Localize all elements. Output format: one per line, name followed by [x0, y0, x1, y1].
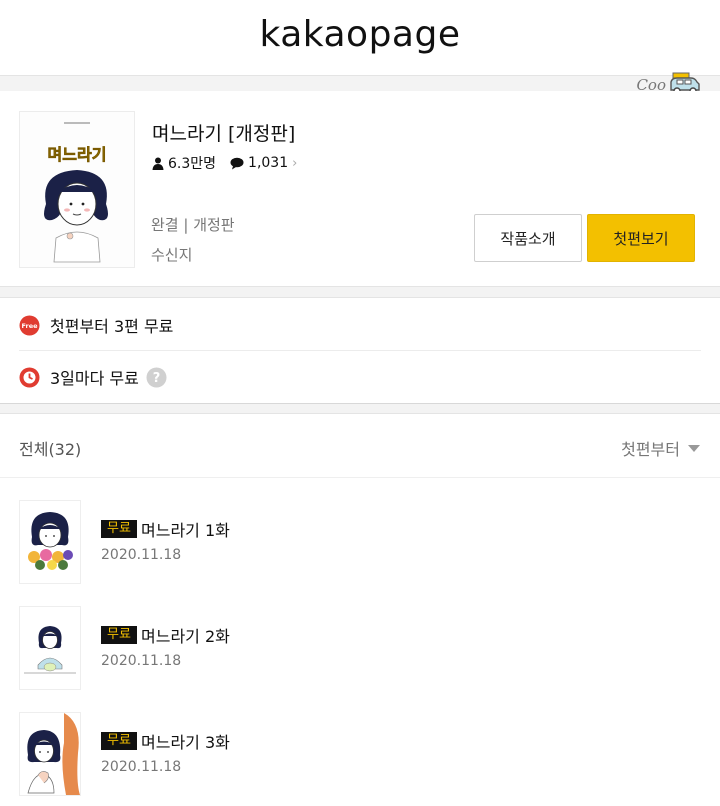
episode-date: 2020.11.18	[101, 653, 182, 669]
free-first-text: 첫편부터 3편 무료	[50, 317, 174, 336]
sort-label: 첫편부터	[621, 440, 680, 459]
dropdown-arrow-icon	[688, 444, 700, 452]
episode-thumbnail	[19, 712, 81, 796]
episode-title: 며느라기 2화	[141, 627, 230, 646]
free-badge: 무료	[101, 626, 137, 644]
help-icon[interactable]: ?	[146, 367, 167, 388]
free-badge: 무료	[101, 520, 137, 538]
free-badge-icon: Free	[19, 315, 40, 336]
episode-total: 전체(32)	[19, 440, 82, 459]
separator-strip	[0, 77, 720, 91]
promo-divider	[19, 350, 701, 351]
sort-dropdown[interactable]: 첫편부터	[621, 436, 700, 460]
top-bar: kakaopage	[0, 0, 720, 76]
work-stats: 6.3만명 1,031 ›	[152, 153, 311, 173]
episode-thumbnail	[19, 500, 81, 584]
work-intro-button[interactable]: 작품소개	[474, 214, 582, 262]
episode-date: 2020.11.18	[101, 759, 182, 775]
episode-title: 며느라기 3화	[141, 733, 230, 752]
clock-icon	[19, 367, 40, 388]
cover-image[interactable]: 며느라기	[19, 111, 135, 268]
episode-list-header: 전체(32) 첫편부터	[0, 414, 720, 478]
free-badge-text: Free	[21, 322, 38, 330]
episode-row[interactable]: 무료 며느라기 1화 2020.11.18	[0, 500, 720, 592]
free-badge: 무료	[101, 732, 137, 750]
cover-title: 며느라기	[48, 145, 107, 164]
cover-illustration: 며느라기	[20, 112, 134, 267]
work-status: 완결 | 개정판	[151, 216, 235, 234]
first-episode-button[interactable]: 첫편보기	[587, 214, 695, 262]
comment-icon	[230, 157, 244, 169]
work-title: 며느라기 [개정판]	[152, 123, 296, 145]
kakaopage-logo[interactable]: kakaopage	[0, 14, 720, 55]
episode-row[interactable]: 무료 며느라기 3화 2020.11.18	[0, 712, 720, 804]
views-count: 6.3만명	[168, 156, 217, 172]
episode-date: 2020.11.18	[101, 547, 182, 563]
work-info-card: 며느라기 며느라기 [개정판] 6.3만명 1,031 › 완결 | 개정판 수…	[0, 91, 720, 287]
comments-stat[interactable]: 1,031 ›	[230, 155, 297, 171]
work-author[interactable]: 수신지	[151, 244, 192, 265]
episode-title: 며느라기 1화	[141, 521, 230, 540]
promo-section: Free 첫편부터 3편 무료 3일마다 무료 ?	[0, 297, 720, 404]
views-stat: 6.3만명	[152, 153, 216, 173]
svg-text:?: ?	[153, 371, 161, 386]
chevron-right-icon: ›	[292, 155, 298, 171]
wait-free-row: 3일마다 무료 ?	[19, 362, 167, 392]
episode-row[interactable]: 무료 며느라기 2화 2020.11.18	[0, 606, 720, 698]
comments-count: 1,031	[248, 155, 289, 171]
wait-free-text: 3일마다 무료	[50, 369, 139, 388]
person-icon	[152, 157, 164, 170]
free-first-row: Free 첫편부터 3편 무료	[19, 310, 173, 340]
episode-thumbnail	[19, 606, 81, 690]
episode-list: 전체(32) 첫편부터 무료 며느라기 1화 2020.11.18 무료 며느라…	[0, 413, 720, 806]
